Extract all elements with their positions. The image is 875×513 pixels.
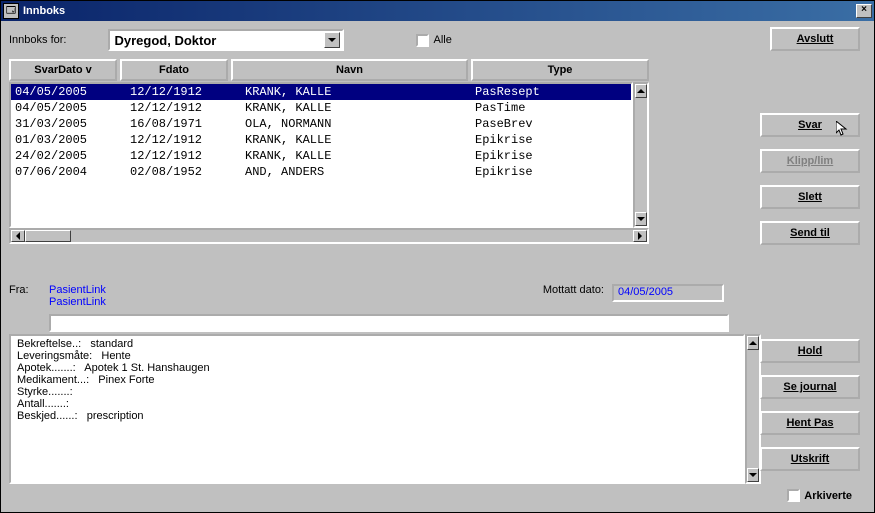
arkiverte-checkbox[interactable]	[787, 489, 800, 502]
client-area: Innboks for: Dyregod, Doktor Alle Avslut…	[1, 21, 874, 512]
details-text[interactable]: Bekreftelse..: standard Leveringsmåte: H…	[9, 334, 745, 484]
app-icon: 🗔	[3, 3, 19, 19]
vertical-scrollbar[interactable]	[633, 82, 649, 228]
details-scroll-up-icon[interactable]	[747, 336, 759, 350]
slett-button[interactable]: Slett	[760, 185, 860, 209]
table-row[interactable]: 31/03/200516/08/1971OLA, NORMANNPaseBrev	[11, 116, 631, 132]
header-fdato[interactable]: Fdato	[120, 59, 228, 81]
header-svardato[interactable]: SvarDato v	[9, 59, 117, 81]
scroll-right-icon[interactable]	[633, 230, 647, 242]
titlebar[interactable]: 🗔 Innboks ×	[1, 1, 874, 21]
window-title: Innboks	[23, 5, 856, 17]
scroll-thumb[interactable]	[25, 230, 71, 242]
list-headers: SvarDato v Fdato Navn Type	[9, 59, 649, 81]
table-row[interactable]: 24/02/200512/12/1912KRANK, KALLEEpikrise	[11, 148, 631, 164]
details-scroll-down-icon[interactable]	[747, 468, 759, 482]
header-type[interactable]: Type	[471, 59, 649, 81]
message-list[interactable]: 04/05/200512/12/1912KRANK, KALLEPasResep…	[9, 82, 649, 228]
utskrift-button[interactable]: Utskrift	[760, 447, 860, 471]
doctor-dropdown-text: Dyregod, Doktor	[114, 33, 324, 48]
pasientlink-2[interactable]: PasientLink	[49, 296, 349, 308]
hentpas-button[interactable]: Hent Pas	[760, 411, 860, 435]
sendtil-button[interactable]: Send til	[760, 221, 860, 245]
sejournal-button[interactable]: Se journal	[760, 375, 860, 399]
arkiverte-label: Arkiverte	[804, 490, 852, 502]
message-listbox[interactable]: 04/05/200512/12/1912KRANK, KALLEPasResep…	[9, 82, 633, 228]
close-icon[interactable]: ×	[856, 4, 872, 18]
mottatt-dato-label: Mottatt dato:	[543, 284, 604, 296]
scroll-up-icon[interactable]	[635, 84, 647, 98]
alle-checkbox[interactable]	[416, 34, 429, 47]
table-row[interactable]: 01/03/200512/12/1912KRANK, KALLEEpikrise	[11, 132, 631, 148]
chevron-down-icon[interactable]	[324, 32, 340, 48]
header-navn[interactable]: Navn	[231, 59, 468, 81]
alle-label: Alle	[433, 34, 451, 46]
innboks-window: 🗔 Innboks × Innboks for: Dyregod, Doktor…	[0, 0, 875, 513]
doctor-dropdown[interactable]: Dyregod, Doktor	[108, 29, 344, 51]
pasientlink-1[interactable]: PasientLink	[49, 284, 349, 296]
mottatt-dato-field: 04/05/2005	[612, 284, 724, 302]
table-row[interactable]: 04/05/200512/12/1912KRANK, KALLEPasResep…	[11, 84, 631, 100]
innboks-for-label: Innboks for:	[9, 34, 66, 46]
fra-label: Fra:	[9, 284, 49, 296]
details-scrollbar[interactable]	[745, 334, 761, 484]
scroll-left-icon[interactable]	[11, 230, 25, 242]
table-row[interactable]: 07/06/200402/08/1952AND, ANDERSEpikrise	[11, 164, 631, 180]
horizontal-scrollbar[interactable]	[9, 228, 649, 244]
scroll-down-icon[interactable]	[635, 212, 647, 226]
subject-field[interactable]	[49, 314, 729, 332]
avslutt-button[interactable]: Avslutt	[770, 27, 860, 51]
table-row[interactable]: 04/05/200512/12/1912KRANK, KALLEPasTime	[11, 100, 631, 116]
klipplim-button[interactable]: Klipp/lim	[760, 149, 860, 173]
hold-button[interactable]: Hold	[760, 339, 860, 363]
svar-button[interactable]: Svar	[760, 113, 860, 137]
